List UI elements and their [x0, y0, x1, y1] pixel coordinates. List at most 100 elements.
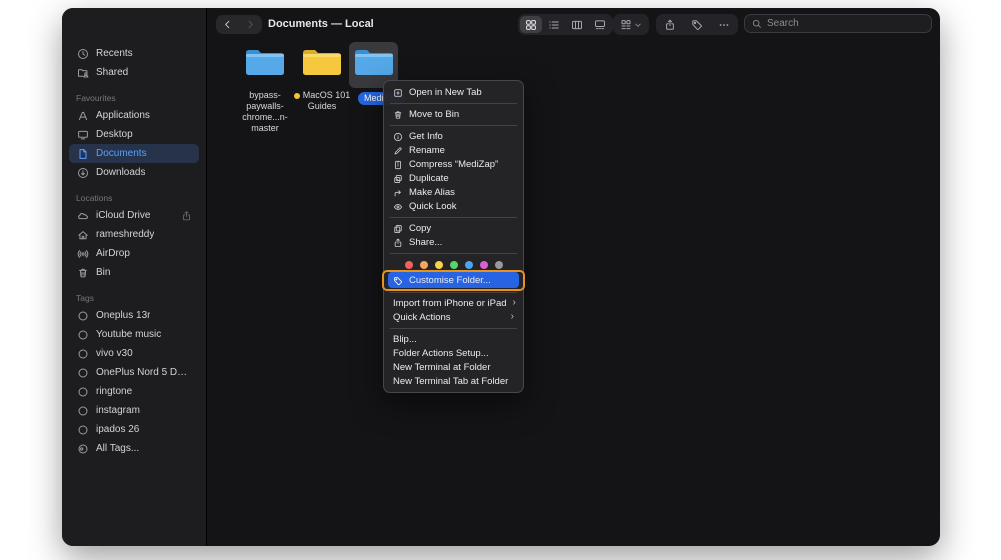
- view-switcher: [518, 14, 613, 35]
- menu-item-duplicate[interactable]: Duplicate: [384, 171, 523, 185]
- bin-icon: [76, 266, 89, 279]
- forward-button[interactable]: [245, 19, 256, 30]
- tag-color-dot: [294, 93, 300, 99]
- tag-color-dot[interactable]: [480, 261, 488, 269]
- desktop-icon: [76, 128, 89, 141]
- menu-item-label: Move to Bin: [409, 109, 459, 120]
- tag-color-dot[interactable]: [465, 261, 473, 269]
- sidebar-item-instagram[interactable]: instagram: [69, 401, 199, 420]
- quicklook-icon: [393, 201, 403, 211]
- file-label[interactable]: MacOS 101Guides: [288, 90, 356, 112]
- group-grid-icon: [620, 19, 632, 31]
- compress-icon: [393, 159, 403, 169]
- sidebar-item-documents[interactable]: Documents: [69, 144, 199, 163]
- folder-icon[interactable]: [302, 47, 342, 77]
- sidebar-item-label: rameshreddy: [96, 229, 154, 240]
- sidebar-item-all-tags[interactable]: All Tags...: [69, 439, 199, 458]
- tag-color-dot[interactable]: [435, 261, 443, 269]
- sidebar-item-rameshreddy[interactable]: rameshreddy: [69, 225, 199, 244]
- file-label-line: MacOS 101: [288, 90, 356, 101]
- sidebar-item-shared[interactable]: Shared: [69, 63, 199, 82]
- sidebar-item-youtube-music[interactable]: Youtube music: [69, 325, 199, 344]
- grid-view-button[interactable]: [520, 16, 542, 33]
- list-view-button[interactable]: [543, 16, 565, 33]
- sidebar-item-icloud-drive[interactable]: iCloud Drive: [69, 206, 199, 225]
- search-placeholder: Search: [767, 18, 799, 29]
- sidebar-item-label: Shared: [96, 67, 128, 78]
- tag-colors-row: [384, 257, 523, 272]
- tag-button[interactable]: [691, 19, 703, 31]
- menu-divider: [390, 217, 517, 218]
- sidebar-item-label: All Tags...: [96, 443, 139, 454]
- tag-circle-icon: [76, 309, 89, 322]
- sidebar-item-oneplus-13r[interactable]: Oneplus 13r: [69, 306, 199, 325]
- sidebar-item-applications[interactable]: Applications: [69, 106, 199, 125]
- menu-item-compress-medizap[interactable]: Compress “MediZap”: [384, 157, 523, 171]
- share-button[interactable]: [664, 19, 676, 31]
- menu-item-label: Rename: [409, 145, 445, 156]
- duplicate-icon: [393, 173, 403, 183]
- menu-item-blip[interactable]: Blip...: [384, 332, 523, 346]
- menu-item-share[interactable]: Share...: [384, 235, 523, 249]
- tag-circle-icon: [76, 366, 89, 379]
- menu-item-label: New Terminal at Folder: [393, 362, 491, 373]
- gallery-view-button[interactable]: [589, 16, 611, 33]
- tag-circle-icon: [76, 347, 89, 360]
- sidebar-item-bin[interactable]: Bin: [69, 263, 199, 282]
- search-input[interactable]: Search: [744, 14, 932, 33]
- sidebar-item-airdrop[interactable]: AirDrop: [69, 244, 199, 263]
- all-tags-icon: [76, 442, 89, 455]
- menu-item-move-to-bin[interactable]: Move to Bin: [384, 107, 523, 121]
- menu-item-make-alias[interactable]: Make Alias: [384, 185, 523, 199]
- tag-color-dot[interactable]: [420, 261, 428, 269]
- sidebar-item-label: Downloads: [96, 167, 145, 178]
- menu-item-customise-folder[interactable]: Customise Folder...: [388, 272, 519, 288]
- sidebar-item-desktop[interactable]: Desktop: [69, 125, 199, 144]
- cloud-icon: [76, 209, 89, 222]
- sidebar-item-label: instagram: [96, 405, 140, 416]
- tag-circle-icon: [76, 404, 89, 417]
- menu-item-copy[interactable]: Copy: [384, 221, 523, 235]
- tag-icon: [393, 275, 403, 285]
- menu-divider: [390, 253, 517, 254]
- sidebar-item-oneplus-nord-5-day-light[interactable]: OnePlus Nord 5 Day light: [69, 363, 199, 382]
- menu-item-label: Quick Actions: [393, 312, 451, 323]
- menu-item-get-info[interactable]: Get Info: [384, 129, 523, 143]
- folder-icon[interactable]: [354, 47, 394, 77]
- group-by-button[interactable]: [613, 14, 649, 35]
- sidebar-item-recents[interactable]: Recents: [69, 44, 199, 63]
- submenu-chevron-icon: ›: [513, 298, 516, 308]
- tag-color-dot[interactable]: [405, 261, 413, 269]
- back-button[interactable]: [222, 19, 233, 30]
- menu-item-label: Folder Actions Setup...: [393, 348, 489, 359]
- content-area: Documents — Local Search bypass-paywalls…: [208, 8, 940, 546]
- sidebar-item-downloads[interactable]: Downloads: [69, 163, 199, 182]
- sidebar-item-vivo-v30[interactable]: vivo v30: [69, 344, 199, 363]
- menu-item-open-in-new-tab[interactable]: Open in New Tab: [384, 85, 523, 99]
- sidebar-item-ringtone[interactable]: ringtone: [69, 382, 199, 401]
- menu-item-quick-look[interactable]: Quick Look: [384, 199, 523, 213]
- sidebar-section-label-tags: Tags: [76, 293, 192, 303]
- menu-item-import-from-iphone-or-ipad[interactable]: Import from iPhone or iPad›: [384, 296, 523, 310]
- menu-item-quick-actions[interactable]: Quick Actions›: [384, 310, 523, 324]
- more-options-button[interactable]: [718, 19, 730, 31]
- menu-item-rename[interactable]: Rename: [384, 143, 523, 157]
- column-view-button[interactable]: [566, 16, 588, 33]
- applications-icon: [76, 109, 89, 122]
- finder-window: RecentsSharedFavouritesApplicationsDeskt…: [62, 8, 940, 546]
- menu-item-new-terminal-tab-at-folder[interactable]: New Terminal Tab at Folder: [384, 374, 523, 388]
- menu-item-folder-actions-setup[interactable]: Folder Actions Setup...: [384, 346, 523, 360]
- files-area: bypass-paywalls-chrome...n-masterMacOS 1…: [208, 38, 940, 546]
- tag-color-dot[interactable]: [495, 261, 503, 269]
- menu-item-label: Duplicate: [409, 173, 449, 184]
- menu-item-new-terminal-at-folder[interactable]: New Terminal at Folder: [384, 360, 523, 374]
- bin-icon: [393, 109, 403, 119]
- sidebar: RecentsSharedFavouritesApplicationsDeskt…: [62, 8, 207, 546]
- sidebar-item-ipados-26[interactable]: ipados 26: [69, 420, 199, 439]
- menu-divider: [390, 103, 517, 104]
- sidebar-item-label: Documents: [96, 148, 147, 159]
- folder-icon[interactable]: [245, 47, 285, 77]
- sidebar-item-label: Youtube music: [96, 329, 161, 340]
- tag-color-dot[interactable]: [450, 261, 458, 269]
- search-icon: [752, 19, 762, 29]
